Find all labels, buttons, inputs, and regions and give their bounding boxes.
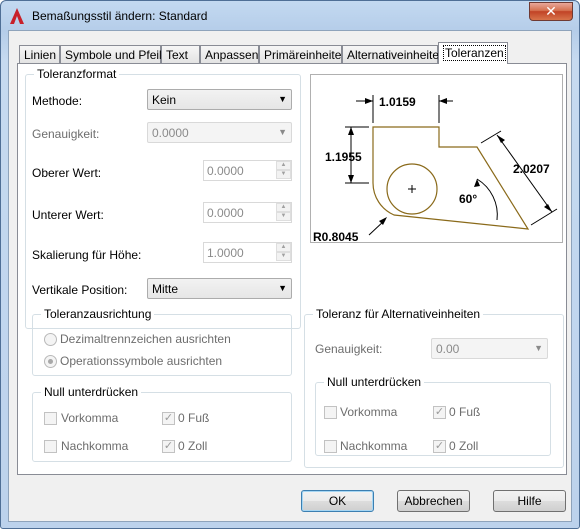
group-tolerance-format-title: Toleranzformat [34,67,120,81]
vertical-position-value: Mitte [152,282,179,296]
leading-zero-checkbox[interactable] [44,412,57,425]
height-scale-spinner[interactable]: 1.0000 ▲ ▼ [203,242,292,263]
spin-down-icon[interactable]: ▼ [276,170,291,179]
alt-trailing-zero-checkbox[interactable] [324,440,337,453]
help-button[interactable]: Hilfe [493,490,566,512]
align-decimal-radio[interactable] [44,333,57,346]
preview-dim-left: 1.1955 [325,150,362,164]
group-tolerance-alignment-title: Toleranzausrichtung [41,307,155,321]
dimension-preview: 1.0159 1.1955 2.0207 60° R0.8045 [310,74,563,244]
upper-value: 0.0000 [207,164,244,178]
precision-label: Genauigkeit: [32,127,100,141]
alt-feet-zero-label: 0 Fuß [449,405,481,419]
method-value: Kein [152,93,177,107]
spin-up-icon[interactable]: ▲ [276,161,291,170]
lower-value-spinner[interactable]: 0.0000 ▲ ▼ [203,202,292,223]
tab-symbole-pfeile[interactable]: Symbole und Pfeile [60,45,168,64]
feet-zero-label: 0 Fuß [178,411,210,425]
alt-leading-zero-label: Vorkomma [340,405,398,419]
group-alt-tolerance-title: Toleranz für Alternativeinheiten [313,307,484,321]
preview-dim-right: 2.0207 [513,162,550,176]
preview-radius: R0.8045 [313,230,359,242]
close-button[interactable]: ✕ [529,2,573,21]
method-select[interactable]: Kein ▼ [147,89,292,110]
alt-trailing-zero-label: Nachkomma [340,439,408,453]
preview-angle: 60° [459,192,477,206]
feet-zero-checkbox[interactable]: ✓ [162,412,175,425]
tab-primaereinheiten[interactable]: Primäreinheiten [259,45,348,64]
group-zero-suppression-title: Null unterdrücken [41,385,142,399]
height-scale-label: Skalierung für Höhe: [32,248,142,262]
alt-precision-select[interactable]: 0.00 ▼ [431,338,548,359]
cancel-button[interactable]: Abbrechen [397,490,470,512]
ok-button[interactable]: OK [301,490,374,512]
spin-down-icon[interactable]: ▼ [276,252,291,261]
title-bar[interactable]: Bemaßungsstil ändern: Standard ✕ [1,1,579,31]
precision-value: 0.0000 [152,126,189,140]
trailing-zero-label: Nachkomma [61,439,129,453]
alt-inches-zero-label: 0 Zoll [449,439,479,453]
chevron-down-icon: ▼ [278,94,287,104]
preview-dim-top: 1.0159 [379,95,416,109]
autocad-app-icon [10,8,24,24]
align-operator-label: Operationssymbole ausrichten [60,354,223,368]
tab-toleranzen[interactable]: Toleranzen [438,42,508,64]
spin-down-icon[interactable]: ▼ [276,212,291,221]
method-label: Methode: [32,94,83,108]
inches-zero-label: 0 Zoll [178,439,208,453]
tab-alternativeinheiten[interactable]: Alternativeinheiten [342,45,446,64]
spin-up-icon[interactable]: ▲ [276,243,291,252]
alt-leading-zero-checkbox[interactable] [324,406,337,419]
dialog-window: Bemaßungsstil ändern: Standard ✕ Linien … [0,0,580,529]
lower-value: 0.0000 [207,206,244,220]
align-operator-radio[interactable] [44,355,57,368]
upper-value-spinner[interactable]: 0.0000 ▲ ▼ [203,160,292,181]
chevron-down-icon: ▼ [278,127,287,137]
preview-drawing: 1.0159 1.1955 2.0207 60° R0.8045 [313,95,558,244]
chevron-down-icon: ▼ [534,343,543,353]
upper-value-label: Oberer Wert: [32,166,102,180]
tab-text[interactable]: Text [161,45,200,64]
spin-up-icon[interactable]: ▲ [276,203,291,212]
window-title: Bemaßungsstil ändern: Standard [32,9,208,23]
height-scale-value: 1.0000 [207,246,244,260]
lower-value-label: Unterer Wert: [32,208,104,222]
tab-toleranzen-label: Toleranzen [443,45,506,61]
chevron-down-icon: ▼ [278,283,287,293]
leading-zero-label: Vorkomma [61,411,119,425]
alt-precision-label: Genauigkeit: [315,342,383,356]
align-decimal-label: Dezimaltrennzeichen ausrichten [60,332,231,346]
group-alt-zero-suppression-title: Null unterdrücken [324,375,425,389]
alt-precision-value: 0.00 [436,342,460,356]
tab-anpassen[interactable]: Anpassen [200,45,259,64]
tab-linien[interactable]: Linien [19,45,60,64]
vertical-position-label: Vertikale Position: [32,283,128,297]
close-icon: ✕ [545,3,557,19]
tab-panel-toleranzen: Toleranzformat Methode: Kein ▼ Genauigke… [17,63,567,475]
alt-feet-zero-checkbox[interactable]: ✓ [433,406,446,419]
dialog-client-area: Linien Symbole und Pfeile Text Anpassen … [8,30,572,522]
vertical-position-select[interactable]: Mitte ▼ [147,278,292,299]
precision-select[interactable]: 0.0000 ▼ [147,122,292,143]
alt-inches-zero-checkbox[interactable]: ✓ [433,440,446,453]
inches-zero-checkbox[interactable]: ✓ [162,440,175,453]
trailing-zero-checkbox[interactable] [44,440,57,453]
